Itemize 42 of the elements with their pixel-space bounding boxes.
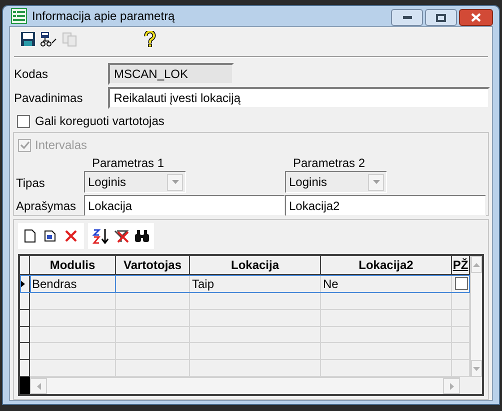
clear-filter-icon[interactable] [114, 228, 130, 244]
checkbox-label: Gali koreguoti vartotojas [35, 113, 164, 130]
table-cell: Taip [190, 275, 321, 293]
document-icon[interactable] [44, 229, 56, 243]
field-label: Tipas [16, 175, 46, 192]
column-header[interactable]: Vartotojas [116, 256, 190, 275]
column-header[interactable]: Lokacija2 [321, 256, 452, 275]
column-heading: Parametras 1 [91, 155, 166, 171]
table-cell: Ne [321, 275, 452, 293]
close-icon [471, 13, 481, 22]
column-header[interactable]: Modulis [30, 256, 116, 275]
table-row[interactable]: Bendras Taip Ne [20, 275, 470, 293]
text-field[interactable]: Reikalauti įvesti lokaciją [108, 87, 490, 109]
minimize-button[interactable] [391, 9, 423, 26]
row-pointer-icon [20, 280, 25, 288]
checkbox-label: Intervalas [35, 137, 88, 154]
delete-icon[interactable] [64, 229, 78, 243]
sort-icon[interactable] [92, 228, 110, 244]
right-arrow-icon [450, 382, 454, 390]
table-cell: Bendras [30, 275, 116, 293]
close-button[interactable] [459, 9, 493, 26]
column-heading: Parametras 2 [292, 155, 366, 171]
field-label: Aprašymas [16, 198, 78, 215]
checkbox[interactable] [17, 114, 30, 128]
checkbox[interactable] [454, 277, 468, 290]
left-arrow-icon [36, 382, 40, 390]
window-title: Informacija apie parametrą [32, 8, 176, 25]
text-field[interactable]: MSCAN_LOK [108, 63, 234, 85]
dropdown-arrow-icon [172, 180, 178, 184]
help-icon[interactable] [144, 31, 156, 47]
maximize-button[interactable] [425, 9, 457, 26]
field-label: Pavadinimas [14, 90, 84, 107]
column-header[interactable]: Lokacija [190, 256, 321, 275]
hierarchy-icon[interactable] [40, 31, 58, 47]
scrollbar-corner [20, 377, 30, 394]
binoculars-icon[interactable] [134, 229, 150, 243]
up-arrow-icon [473, 262, 480, 266]
field-label: Kodas [14, 66, 50, 83]
blank-page-icon[interactable] [24, 229, 36, 243]
down-arrow-icon [473, 366, 480, 370]
dropdown-arrow-icon [372, 180, 380, 184]
form-icon [11, 8, 27, 24]
